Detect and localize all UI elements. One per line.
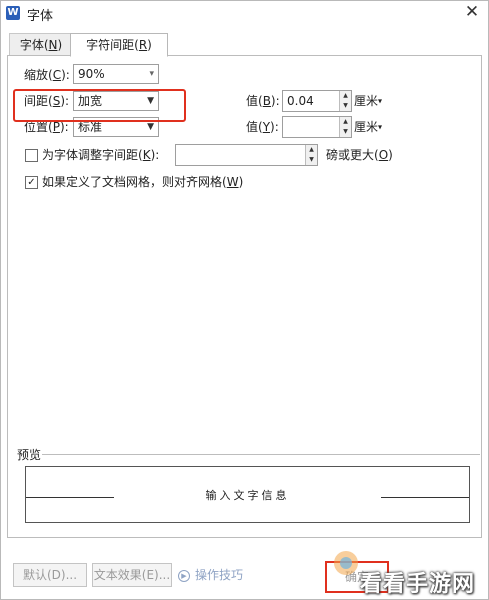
default-button[interactable]: 默认(D)... (13, 563, 87, 587)
spacing-amount-label: 值(B): (246, 94, 280, 108)
snap-to-grid-label: 如果定义了文档网格，则对齐网格(W) (42, 175, 244, 189)
spacing-unit-select[interactable]: 厘米▾ (354, 92, 382, 111)
kerning-label: 为字体调整字间距(K): (42, 148, 160, 162)
title-bar (1, 1, 488, 27)
preview-right-rule (381, 497, 469, 498)
spacing-amount-spinner[interactable]: 0.04 ▲ ▼ (282, 90, 352, 112)
spacing-highlight-annotation (13, 89, 186, 122)
spacing-amount-value: 0.04 (287, 94, 314, 108)
preview-text: 输入文字信息 (205, 489, 290, 502)
preview-box: 输入文字信息 (25, 466, 470, 523)
position-amount-spinner[interactable]: ▲ ▼ (282, 116, 352, 138)
spin-down-icon[interactable]: ▼ (339, 127, 351, 137)
spin-up-icon[interactable]: ▲ (339, 91, 351, 101)
dropdown-arrow-icon: ▾ (378, 96, 383, 106)
kerning-after-label: 磅或更大(O) (326, 148, 393, 162)
tab-spacing-label: 字符间距( (86, 38, 139, 52)
preview-label: 预览 (17, 448, 42, 462)
snap-to-grid-checkbox[interactable]: ✓ (25, 176, 38, 189)
watermark-logo-icon (334, 551, 358, 575)
scale-value: 90% (78, 67, 105, 81)
checkmark-icon: ✓ (27, 177, 36, 188)
scale-select[interactable]: 90% ▾ (73, 64, 159, 84)
tab-font[interactable]: 字体(N) (9, 33, 73, 56)
kerning-size-spinner[interactable]: ▲ ▼ (175, 144, 318, 166)
text-effects-button[interactable]: 文本效果(E)... (92, 563, 172, 587)
watermark-text: 看看手游网 (360, 572, 476, 597)
spin-up-icon[interactable]: ▲ (339, 117, 351, 127)
position-unit-select[interactable]: 厘米▾ (354, 118, 382, 137)
scale-label: 缩放(C): (24, 68, 70, 82)
wps-writer-icon: W (6, 6, 20, 20)
dialog-title: 字体 (27, 9, 54, 24)
preview-divider (42, 454, 480, 455)
tab-spacing-suffix: ) (147, 38, 152, 52)
spin-down-icon[interactable]: ▼ (305, 155, 317, 165)
chevron-down-icon: ▾ (149, 69, 154, 79)
tab-font-suffix: ) (57, 38, 63, 52)
position-amount-label: 值(Y): (246, 120, 279, 134)
play-circle-icon: ▶ (178, 569, 190, 582)
tab-character-spacing[interactable]: 字符间距(R) (70, 33, 168, 57)
spin-down-icon[interactable]: ▼ (339, 101, 351, 111)
tab-font-label: 字体( (19, 38, 49, 52)
tips-link[interactable]: ▶ 操作技巧 (178, 566, 243, 583)
tab-spacing-key: R (138, 38, 148, 52)
tips-label: 操作技巧 (195, 568, 244, 582)
kerning-checkbox[interactable] (25, 149, 38, 162)
spin-up-icon[interactable]: ▲ (305, 145, 317, 155)
close-icon[interactable]: ✕ (462, 2, 482, 22)
dropdown-arrow-icon: ▾ (378, 122, 383, 132)
